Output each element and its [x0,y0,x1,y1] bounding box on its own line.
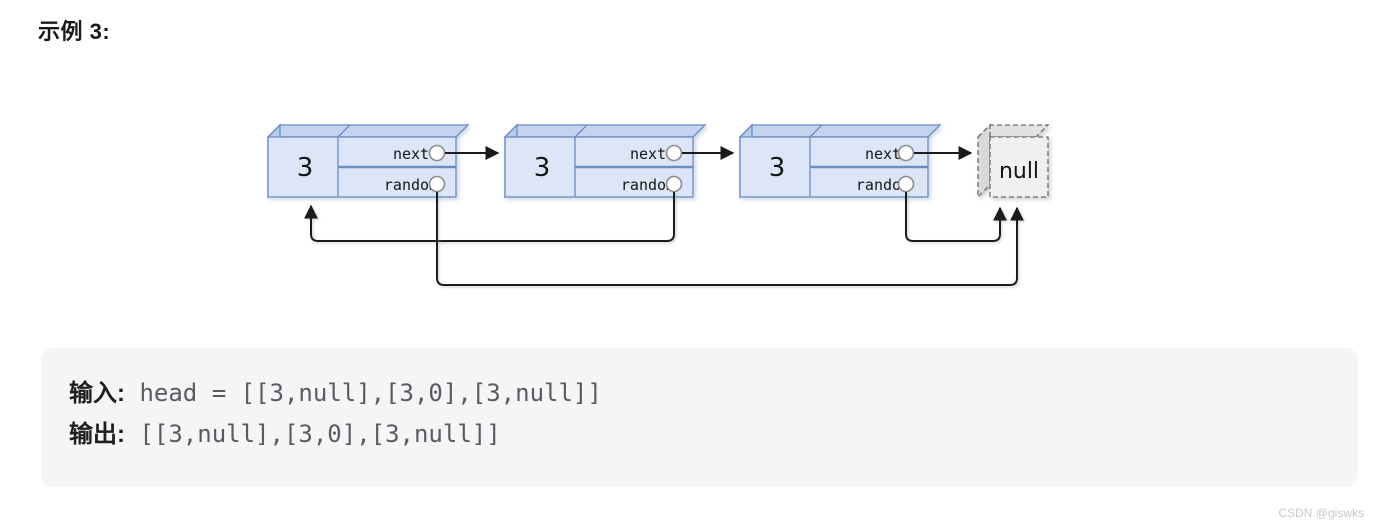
input-label: 输入: [69,380,125,407]
random-arrow-node1-to-null [436,192,1024,286]
node-2-random-port[interactable] [665,175,683,193]
node-2-next-port[interactable] [665,144,683,162]
null-label: null [999,159,1039,184]
node-3-next-port[interactable] [897,144,915,162]
node-value: 3 [297,153,314,183]
node-next-label: next [630,145,666,163]
node-top-face [738,124,942,138]
null-side-face [977,123,991,199]
node-next-label: next [865,145,901,163]
null-terminator[interactable]: null [976,123,1050,199]
output-value: [[3,null],[3,0],[3,null]] [125,420,501,448]
io-panel: 输入: head = [[3,null],[3,0],[3,null]] 输出:… [41,348,1358,487]
linked-list-diagram: 3 next random 3 next random 3 next rando… [266,123,1050,286]
node-top-face [266,124,470,138]
node-next-label: next [393,145,429,163]
node-top-face [503,124,707,138]
node-1-random-port[interactable] [428,175,446,193]
node-1-next-port[interactable] [428,144,446,162]
output-label: 输出: [69,421,125,448]
random-arrow-node2-to-node1 [304,192,675,242]
node-value: 3 [769,153,786,183]
watermark: CSDN @giswks [1278,506,1364,520]
input-value: head = [[3,null],[3,0],[3,null]] [125,379,602,407]
node-3-random-port[interactable] [897,175,915,193]
random-arrow-node3-to-null [905,192,1007,242]
node-value: 3 [534,153,551,183]
input-line: 输入: head = [[3,null],[3,0],[3,null]] [69,381,602,406]
output-line: 输出: [[3,null],[3,0],[3,null]] [69,422,501,447]
